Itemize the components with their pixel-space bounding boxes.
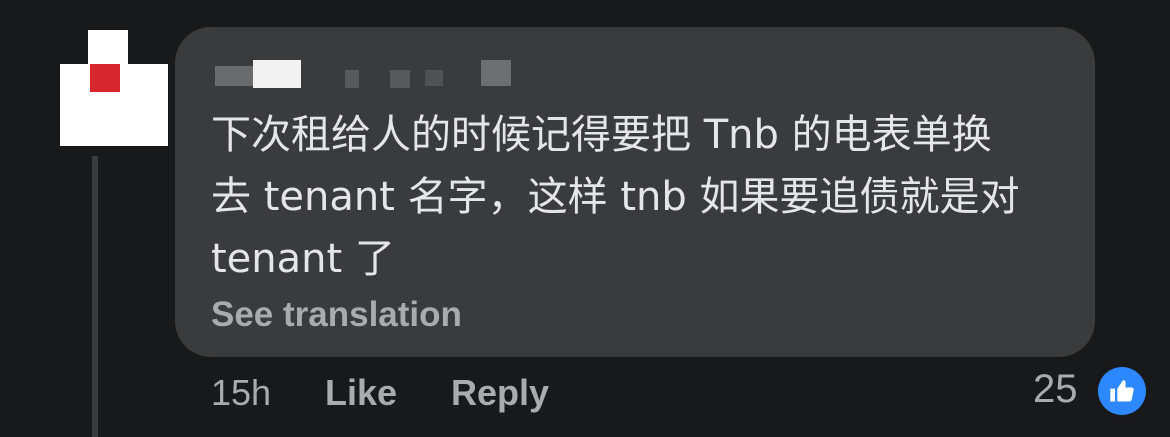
- redaction-block: [425, 70, 443, 86]
- comment-thread: 下次租给人的时候记得要把 Tnb 的电表单换 去 tenant 名字，这样 tn…: [0, 0, 1170, 437]
- redaction-block: [390, 70, 410, 88]
- comment-text-line: 去 tenant 名字，这样 tnb 如果要追债就是对: [211, 174, 1020, 220]
- avatar-pixel: [88, 30, 128, 64]
- redaction-block: [253, 60, 301, 88]
- comment-text: 下次租给人的时候记得要把 Tnb 的电表单换 去 tenant 名字，这样 tn…: [211, 104, 1071, 290]
- author-name-redacted[interactable]: [215, 58, 515, 88]
- see-translation-link[interactable]: See translation: [211, 295, 462, 335]
- comment-text-line: tenant 了: [211, 236, 395, 282]
- timestamp[interactable]: 15h: [211, 372, 271, 414]
- avatar[interactable]: [60, 30, 168, 146]
- thumbs-up-glyph: [1110, 380, 1134, 402]
- avatar-pixel: [90, 64, 120, 92]
- like-button[interactable]: Like: [325, 372, 397, 414]
- reply-button[interactable]: Reply: [451, 372, 549, 414]
- reaction-count[interactable]: 25: [1033, 367, 1078, 412]
- thread-line: [92, 156, 98, 437]
- redaction-block: [215, 66, 253, 86]
- redaction-block: [481, 60, 511, 86]
- redaction-block: [345, 70, 359, 88]
- comment-text-line: 下次租给人的时候记得要把 Tnb 的电表单换: [211, 112, 992, 158]
- thumbs-up-icon[interactable]: [1098, 367, 1146, 415]
